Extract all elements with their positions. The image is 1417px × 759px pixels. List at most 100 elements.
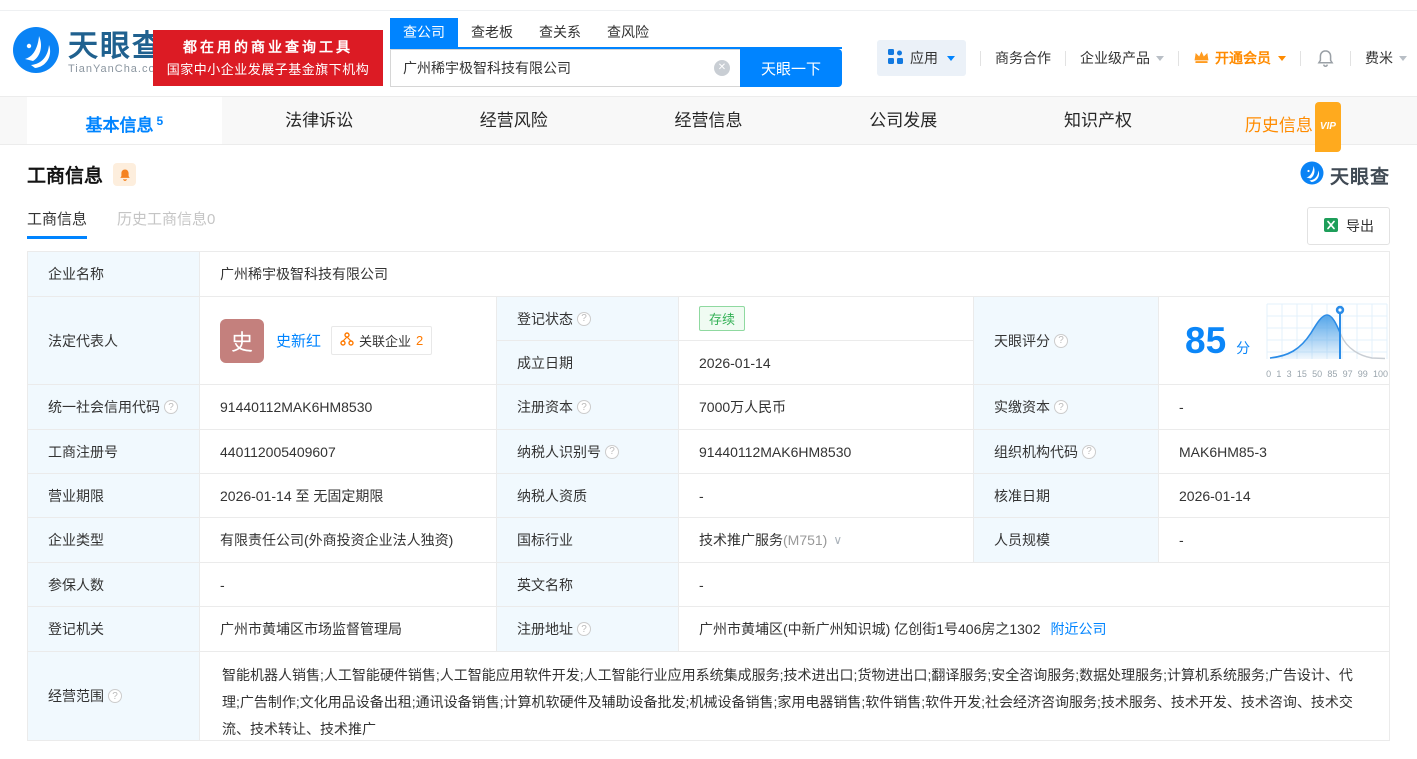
help-icon[interactable]: ? — [577, 622, 591, 636]
field-value-approval-date: 2026-01-14 — [1159, 474, 1389, 518]
field-value-english-name: - — [679, 563, 1389, 607]
status-date-group: 登记状态 ? 存续 成立日期 2026-01-14 — [497, 297, 974, 385]
field-value-reg-capital: 7000万人民币 — [679, 385, 974, 430]
tab-intellectual-property[interactable]: 知识产权 — [1001, 97, 1196, 144]
apps-label: 应用 — [910, 48, 938, 68]
nav-cooperation[interactable]: 商务合作 — [995, 48, 1051, 68]
search-button[interactable]: 天眼一下 — [740, 49, 842, 87]
field-value-reg-number: 440112005409607 — [200, 430, 497, 474]
score-distribution-chart: 0131550859799100 — [1266, 303, 1388, 379]
business-info-subtabs: 工商信息 历史工商信息0 — [27, 209, 1390, 239]
tab-legal-proceedings[interactable]: 法律诉讼 — [222, 97, 417, 144]
vip-upgrade-link[interactable]: 开通会员 — [1193, 48, 1286, 68]
field-value-reg-authority: 广州市黄埔区市场监督管理局 — [200, 607, 497, 652]
site-header: 天眼查 TianYanCha.com 都在用的商业查询工具 国家中小企业发展子基… — [0, 0, 1417, 96]
search-tabs: 查公司 查老板 查关系 查风险 — [390, 18, 842, 49]
search-input[interactable] — [390, 49, 740, 87]
promo-line1: 都在用的商业查询工具 — [153, 35, 383, 59]
excel-icon — [1323, 217, 1339, 236]
related-count: 2 — [416, 333, 423, 348]
help-icon[interactable]: ? — [108, 689, 122, 703]
field-label-industry: 国标行业 — [497, 518, 679, 563]
search-tab-company[interactable]: 查公司 — [390, 18, 458, 47]
tab-label: 历史信息 — [1245, 116, 1313, 135]
field-label-taxpayer-id: 纳税人识别号? — [497, 430, 679, 474]
status-badge: 存续 — [699, 306, 745, 331]
tianyancha-logo-icon — [1300, 161, 1324, 190]
brand-name: 天眼查 — [68, 31, 166, 63]
expand-chevron-icon[interactable]: ∨ — [833, 533, 842, 547]
tab-label: 基本信息 — [86, 116, 154, 135]
subtab-current-info[interactable]: 工商信息 — [27, 208, 87, 239]
legal-rep-name-link[interactable]: 史新红 — [276, 330, 321, 351]
field-label-approval-date: 核准日期 — [974, 474, 1159, 518]
search-tab-boss[interactable]: 查老板 — [458, 18, 526, 47]
field-value-company-name: 广州稀宇极智科技有限公司 — [200, 252, 1389, 297]
search-tab-relation[interactable]: 查关系 — [526, 18, 594, 47]
field-value-legal-rep: 史 史新红 关联企业 2 — [200, 297, 497, 385]
tab-label: 知识产权 — [1064, 111, 1132, 130]
chevron-down-icon — [1156, 56, 1164, 61]
industry-code: (M751) — [783, 532, 827, 548]
export-button[interactable]: 导出 — [1307, 207, 1390, 245]
tab-basic-info[interactable]: 基本信息5 — [27, 97, 222, 144]
crown-icon — [1193, 49, 1210, 67]
nav-divider — [1350, 51, 1351, 66]
apps-menu[interactable]: 应用 — [877, 40, 966, 76]
help-icon[interactable]: ? — [1082, 445, 1096, 459]
field-value-reg-status: 存续 — [679, 297, 973, 341]
section-title: 工商信息 — [27, 161, 103, 188]
field-label-taxpayer-quality: 纳税人资质 — [497, 474, 679, 518]
field-value-industry: 技术推广服务 (M751) ∨ — [679, 518, 974, 563]
help-icon[interactable]: ? — [1054, 400, 1068, 414]
help-icon[interactable]: ? — [577, 400, 591, 414]
business-info-table: 企业名称 广州稀宇极智科技有限公司 法定代表人 史 史新红 — [27, 251, 1390, 741]
field-label-legal-rep: 法定代表人 — [28, 297, 200, 385]
avatar[interactable]: 史 — [220, 319, 264, 363]
tianyancha-logo-icon — [12, 26, 60, 79]
tab-history-info[interactable]: 历史信息VIP1? — [1195, 97, 1390, 144]
tab-operating-risk[interactable]: 经营风险 — [416, 97, 611, 144]
tab-count: 5 — [157, 114, 164, 128]
watermark-brand: 天眼查 — [1330, 162, 1390, 189]
field-label-insured-count: 参保人数 — [28, 563, 200, 607]
nearby-companies-link[interactable]: 附近公司 — [1051, 619, 1107, 639]
help-icon[interactable]: ? — [605, 445, 619, 459]
vip-label: 开通会员 — [1215, 48, 1271, 68]
field-label-business-scope: 经营范围? — [28, 652, 200, 740]
promo-line2: 国家中小企业发展子基金旗下机构 — [153, 59, 383, 81]
related-companies-badge[interactable]: 关联企业 2 — [331, 326, 432, 355]
field-label-staff-size: 人员规模 — [974, 518, 1159, 563]
tab-label: 法律诉讼 — [285, 111, 353, 130]
chevron-down-icon — [1399, 56, 1407, 61]
tab-operating-info[interactable]: 经营信息 — [611, 97, 806, 144]
score-axis-labels: 0131550859799100 — [1266, 369, 1388, 379]
field-label-est-date: 成立日期 — [497, 341, 679, 384]
chevron-down-icon — [1278, 56, 1286, 61]
search-tab-risk[interactable]: 查风险 — [594, 18, 662, 47]
subscribe-bell-icon[interactable] — [113, 163, 136, 186]
notification-bell-icon[interactable] — [1317, 49, 1334, 67]
field-value-org-code: MAK6HM85-3 — [1159, 430, 1389, 474]
subtab-history-info[interactable]: 历史工商信息0 — [117, 208, 215, 239]
help-icon[interactable]: ? — [1054, 334, 1068, 348]
field-value-staff-size: - — [1159, 518, 1389, 563]
tab-company-development[interactable]: 公司发展 — [806, 97, 1001, 144]
export-label: 导出 — [1346, 216, 1374, 236]
nav-divider — [1178, 51, 1179, 66]
field-label-reg-authority: 登记机关 — [28, 607, 200, 652]
help-icon[interactable]: ? — [577, 312, 591, 326]
promo-banner: 都在用的商业查询工具 国家中小企业发展子基金旗下机构 — [153, 30, 383, 86]
brand-domain: TianYanCha.com — [68, 63, 166, 75]
field-label-tyc-score: 天眼评分 ? — [974, 297, 1159, 385]
field-value-taxpayer-quality: - — [679, 474, 974, 518]
user-menu[interactable]: 费米 — [1365, 48, 1407, 68]
field-label-credit-code: 统一社会信用代码? — [28, 385, 200, 430]
nav-enterprise[interactable]: 企业级产品 — [1080, 48, 1164, 68]
chevron-down-icon — [947, 56, 955, 61]
clear-icon[interactable]: ✕ — [714, 60, 730, 76]
help-icon[interactable]: ? — [164, 400, 178, 414]
field-label-company-type: 企业类型 — [28, 518, 200, 563]
site-logo[interactable]: 天眼查 TianYanCha.com — [12, 26, 166, 79]
watermark-logo: 天眼查 — [1300, 161, 1390, 190]
